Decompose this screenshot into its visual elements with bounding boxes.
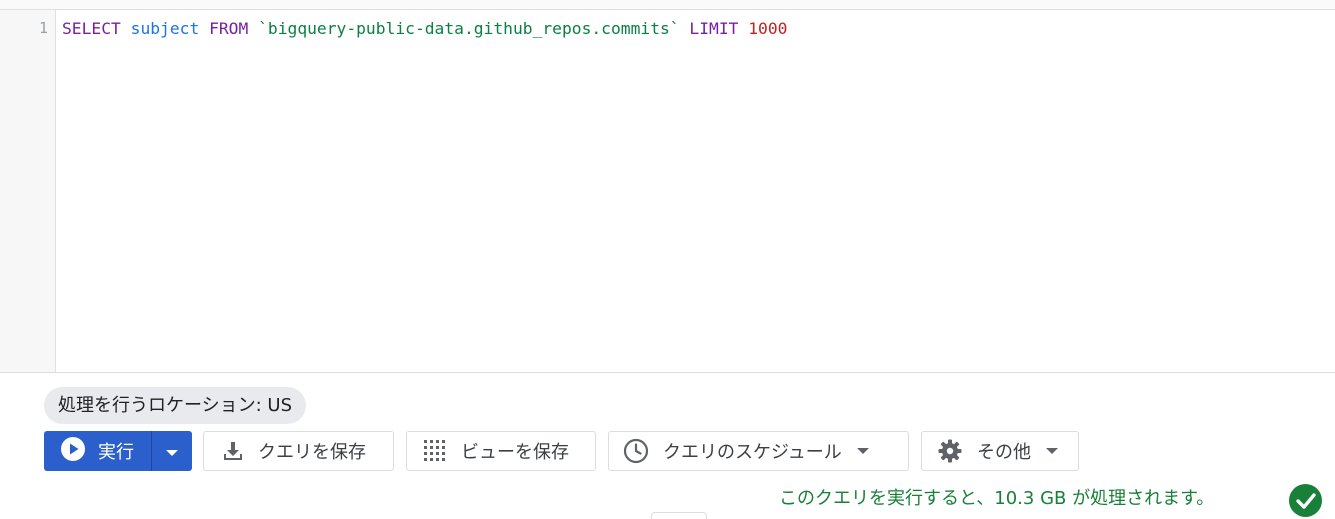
clock-icon — [623, 438, 649, 464]
keyword-select: SELECT — [62, 19, 121, 38]
gear-icon — [937, 438, 963, 464]
save-view-button[interactable]: ビューを保存 — [406, 431, 596, 471]
keyword-limit: LIMIT — [689, 19, 739, 38]
limit-value: 1000 — [748, 19, 788, 38]
caret-down-icon — [856, 447, 870, 455]
download-icon — [222, 440, 244, 462]
top-border — [0, 0, 1335, 10]
run-options-dropdown[interactable] — [152, 431, 192, 471]
run-label: 実行 — [98, 442, 134, 463]
caret-down-icon — [165, 442, 179, 461]
processing-location-chip[interactable]: 処理を行うロケーション: US — [44, 387, 307, 424]
run-button-group: 実行 — [44, 431, 192, 471]
more-label: その他 — [977, 442, 1031, 463]
sql-editor[interactable]: 1 SELECT subject FROM `bigquery-public-d… — [0, 10, 1335, 373]
save-query-label: クエリを保存 — [258, 442, 366, 463]
view-grid-icon — [423, 439, 447, 463]
schedule-query-button[interactable]: クエリのスケジュール — [608, 431, 909, 471]
line-number: 1 — [38, 19, 48, 37]
code-line[interactable]: SELECT subject FROM `bigquery-public-dat… — [62, 19, 787, 39]
more-button[interactable]: その他 — [921, 431, 1079, 471]
table-reference: `bigquery-public-data.github_repos.commi… — [258, 19, 680, 38]
save-view-label: ビューを保存 — [461, 442, 569, 463]
column-name: subject — [130, 19, 200, 38]
check-circle-icon — [1289, 484, 1322, 517]
play-icon — [60, 436, 86, 467]
caret-down-icon — [1045, 447, 1059, 455]
run-button[interactable]: 実行 — [44, 431, 151, 471]
line-number-gutter: 1 — [0, 10, 56, 372]
schedule-query-label: クエリのスケジュール — [663, 442, 842, 463]
save-query-button[interactable]: クエリを保存 — [203, 431, 394, 471]
keyword-from: FROM — [209, 19, 249, 38]
query-validation-message: このクエリを実行すると、10.3 GB が処理されます。 — [779, 488, 1215, 509]
